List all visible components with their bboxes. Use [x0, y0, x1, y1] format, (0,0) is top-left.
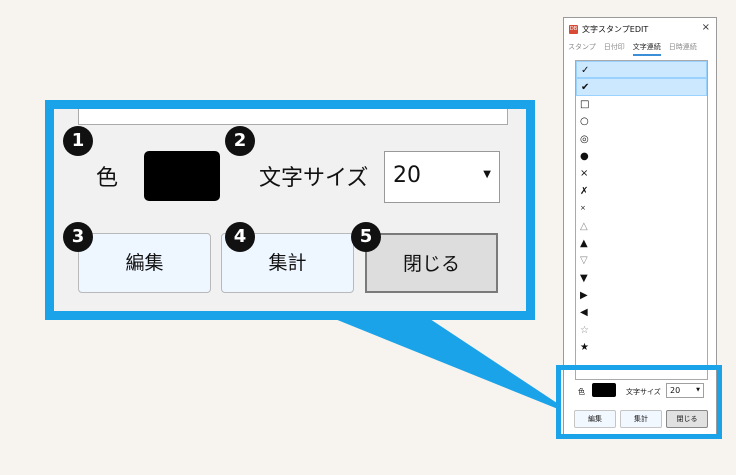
color-label: 色: [96, 166, 119, 191]
close-icon[interactable]: ×: [702, 22, 710, 33]
font-size-value: 20: [393, 163, 421, 188]
list-item[interactable]: ×: [576, 165, 707, 182]
symbol-list-edge: [78, 109, 508, 125]
tab-stamp[interactable]: スタンプ: [568, 42, 596, 56]
step-badge-1: 1: [63, 126, 93, 156]
settings-panel-zoomed: 色 文字サイズ 20 ▼ 編集 集計 閉じる 1 2 3 4 5: [54, 109, 526, 311]
step-badge-5: 5: [351, 222, 381, 252]
list-item[interactable]: ○: [576, 113, 707, 130]
close-button[interactable]: 閉じる: [365, 233, 498, 293]
edit-button[interactable]: 編集: [78, 233, 211, 293]
title-bar: DB 文字スタンプEDIT ×: [564, 18, 716, 40]
tab-date-stamp[interactable]: 日付印: [604, 42, 625, 56]
window-title: 文字スタンプEDIT: [582, 24, 649, 34]
tab-bar: スタンプ 日付印 文字連続 日時連続: [568, 42, 712, 56]
step-badge-2: 2: [225, 126, 255, 156]
tab-text-sequence[interactable]: 文字連続: [632, 42, 661, 56]
list-item[interactable]: □: [576, 96, 707, 113]
step-badge-3: 3: [63, 222, 93, 252]
symbol-list[interactable]: ✓ ✔ □ ○ ◎ ● × ✗ × △ ▲ ▽ ▼ ▶ ◀ ☆ ★: [575, 60, 708, 380]
zoom-callout: 色 文字サイズ 20 ▼ 編集 集計 閉じる 1 2 3 4 5: [45, 100, 535, 320]
tab-datetime-sequence[interactable]: 日時連続: [669, 42, 697, 56]
app-icon: DB: [569, 24, 578, 34]
list-item[interactable]: ●: [576, 148, 707, 165]
list-item[interactable]: ◀: [576, 304, 707, 321]
list-item[interactable]: ★: [576, 339, 707, 356]
font-size-label: 文字サイズ: [259, 166, 369, 191]
list-item[interactable]: ✗: [576, 183, 707, 200]
list-item[interactable]: ▲: [576, 235, 707, 252]
font-size-select[interactable]: 20 ▼: [384, 151, 500, 203]
list-item[interactable]: ◎: [576, 131, 707, 148]
highlight-frame: [556, 365, 722, 439]
list-item[interactable]: ✓: [576, 61, 707, 79]
list-item[interactable]: ▶: [576, 287, 707, 304]
list-item[interactable]: ☆: [576, 322, 707, 339]
list-item[interactable]: ▼: [576, 270, 707, 287]
list-item[interactable]: ✔: [576, 78, 707, 96]
list-item[interactable]: ▽: [576, 252, 707, 269]
color-swatch[interactable]: [144, 151, 220, 201]
list-item[interactable]: ×: [576, 200, 707, 217]
list-item[interactable]: △: [576, 218, 707, 235]
step-badge-4: 4: [225, 222, 255, 252]
chevron-down-icon: ▼: [483, 169, 491, 180]
